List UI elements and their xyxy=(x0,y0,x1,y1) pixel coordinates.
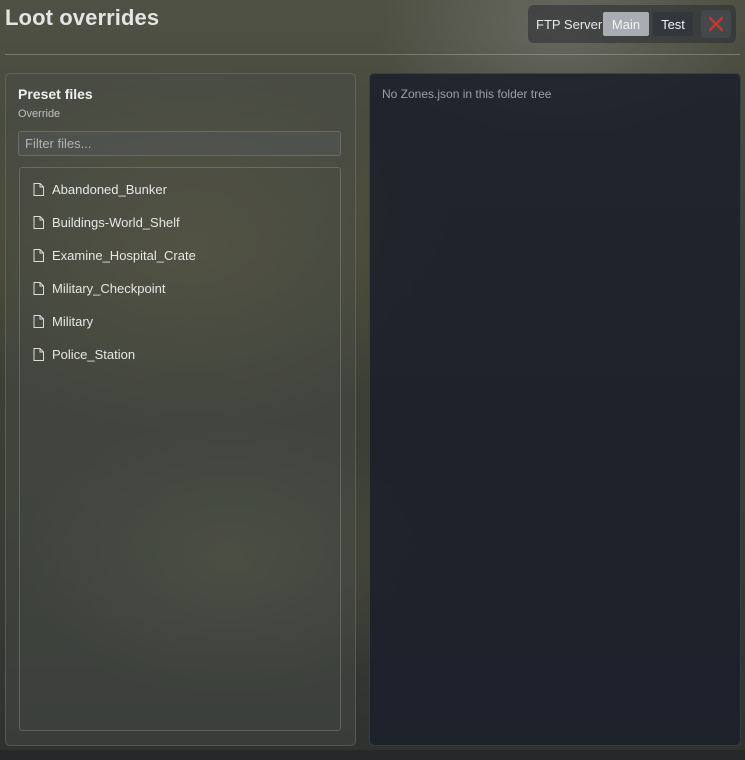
file-item-label: Examine_Hospital_Crate xyxy=(52,247,196,263)
file-icon xyxy=(33,248,44,262)
ftp-server-selector: FTP Server Main Test xyxy=(528,5,736,43)
close-x-icon xyxy=(709,17,723,31)
file-item[interactable]: Police_Station xyxy=(33,343,135,365)
ftp-server-label: FTP Server xyxy=(536,17,603,32)
server-main-button[interactable]: Main xyxy=(603,12,649,36)
file-list: Abandoned_Bunker Buildings-World_Shelf E… xyxy=(19,167,341,731)
file-icon xyxy=(33,182,44,196)
preset-files-title: Preset files xyxy=(18,86,93,102)
file-item-label: Buildings-World_Shelf xyxy=(52,214,180,230)
file-icon xyxy=(33,314,44,328)
file-item[interactable]: Examine_Hospital_Crate xyxy=(33,244,196,266)
zones-panel: No Zones.json in this folder tree xyxy=(369,73,741,746)
file-icon xyxy=(33,215,44,229)
close-button[interactable] xyxy=(701,10,731,38)
server-test-button[interactable]: Test xyxy=(653,12,693,36)
file-item[interactable]: Abandoned_Bunker xyxy=(33,178,167,200)
file-item-label: Military xyxy=(52,313,94,329)
file-icon xyxy=(33,281,44,295)
file-item[interactable]: Military_Checkpoint xyxy=(33,277,165,299)
file-item-label: Military_Checkpoint xyxy=(52,280,166,296)
file-item-label: Abandoned_Bunker xyxy=(52,181,167,197)
bottom-edge-bar xyxy=(0,750,745,760)
preset-files-subtitle: Override xyxy=(18,108,61,120)
preset-files-panel: Preset files Override Abandoned_Bunker B… xyxy=(5,73,356,746)
file-item-label: Police_Station xyxy=(52,346,136,362)
file-item[interactable]: Military xyxy=(33,310,93,332)
zones-empty-message: No Zones.json in this folder tree xyxy=(382,87,552,101)
filter-files-input[interactable] xyxy=(18,131,341,156)
page-title: Loot overrides xyxy=(5,5,160,30)
header-divider xyxy=(5,54,740,55)
file-item[interactable]: Buildings-World_Shelf xyxy=(33,211,180,233)
file-icon xyxy=(33,347,44,361)
